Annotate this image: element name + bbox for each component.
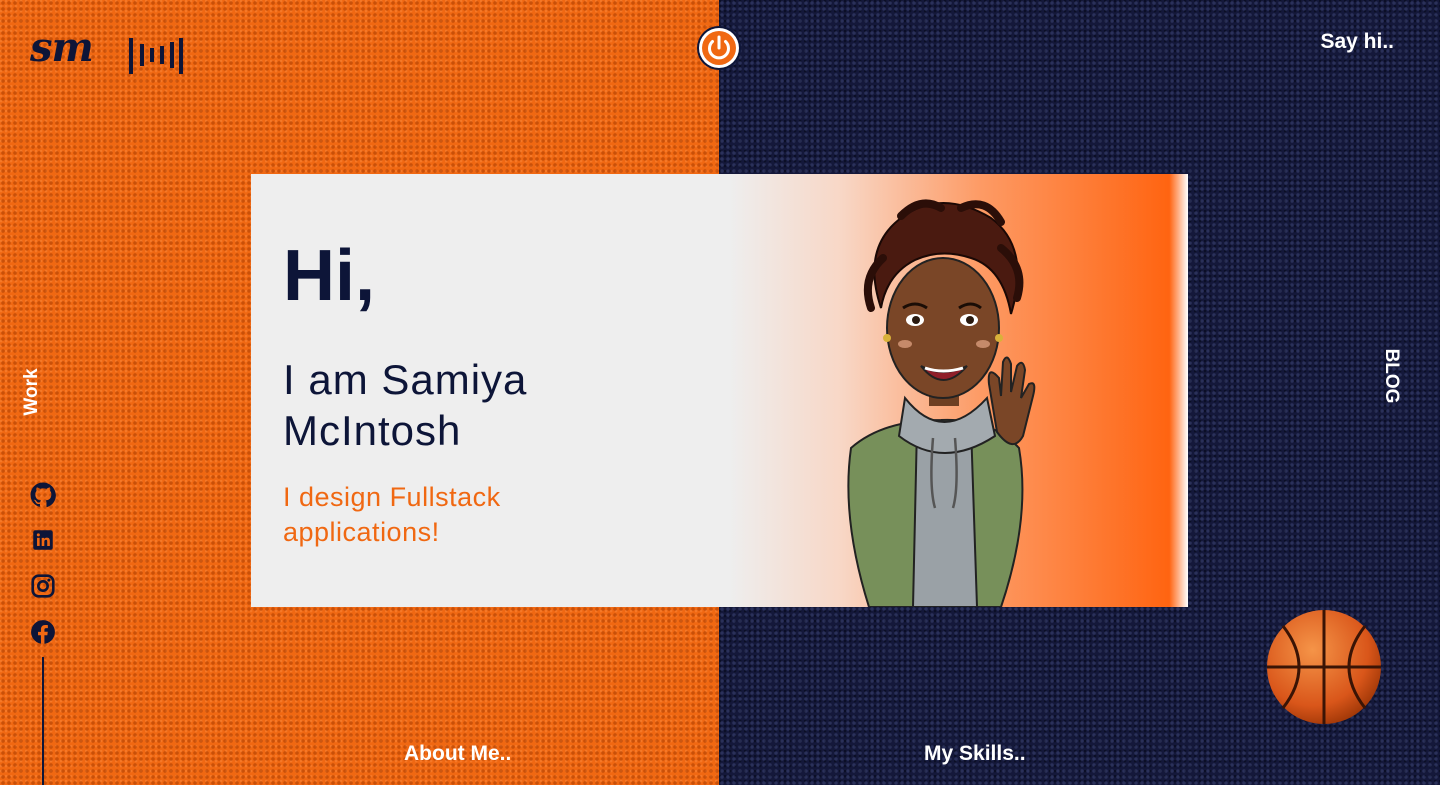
greeting-heading: Hi, [283, 236, 376, 316]
about-me-link[interactable]: About Me.. [404, 742, 511, 766]
say-hi-link[interactable]: Say hi.. [1320, 30, 1394, 54]
facebook-link[interactable] [30, 619, 56, 645]
social-divider-line [42, 657, 44, 785]
power-button[interactable] [699, 28, 739, 68]
github-link[interactable] [30, 482, 56, 508]
power-icon [702, 31, 736, 65]
instagram-link[interactable] [30, 573, 56, 599]
waving-avatar [847, 199, 1036, 607]
facebook-icon [31, 620, 55, 644]
linkedin-link[interactable] [30, 527, 56, 553]
github-icon [30, 482, 56, 508]
my-skills-link[interactable]: My Skills.. [924, 742, 1026, 766]
site-logo[interactable]: sm [30, 28, 94, 68]
linkedin-icon [33, 530, 53, 550]
work-link[interactable]: Work [12, 368, 52, 416]
music-bars-icon[interactable] [128, 38, 184, 74]
intro-card: Hi, I am Samiya McIntosh I design Fullst… [251, 174, 1188, 607]
blog-link[interactable]: BLOG [1371, 349, 1411, 404]
instagram-icon [31, 574, 55, 598]
tagline-text: I design Fullstack applications! [283, 482, 501, 547]
basketball-icon[interactable] [1265, 608, 1383, 726]
name-heading: I am Samiya McIntosh [283, 356, 528, 454]
